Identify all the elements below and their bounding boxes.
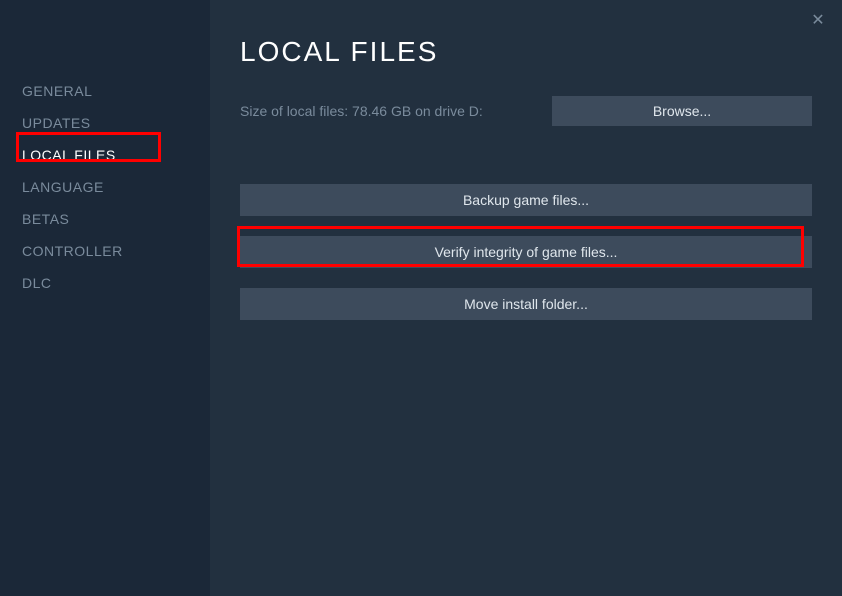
- main-panel: ✕ LOCAL FILES Size of local files: 78.46…: [210, 0, 842, 596]
- move-button[interactable]: Move install folder...: [240, 288, 812, 320]
- verify-button[interactable]: Verify integrity of game files...: [240, 236, 812, 268]
- button-stack: Backup game files... Verify integrity of…: [240, 184, 812, 320]
- size-row: Size of local files: 78.46 GB on drive D…: [240, 96, 812, 126]
- sidebar-item-local-files[interactable]: LOCAL FILES: [22, 139, 210, 171]
- close-icon[interactable]: ✕: [808, 10, 828, 30]
- sidebar-item-controller[interactable]: CONTROLLER: [22, 235, 210, 267]
- browse-button[interactable]: Browse...: [552, 96, 812, 126]
- sidebar-item-updates[interactable]: UPDATES: [22, 107, 210, 139]
- page-title: LOCAL FILES: [240, 36, 812, 68]
- size-text: Size of local files: 78.46 GB on drive D…: [240, 103, 483, 119]
- sidebar-item-dlc[interactable]: DLC: [22, 267, 210, 299]
- backup-button[interactable]: Backup game files...: [240, 184, 812, 216]
- sidebar-item-general[interactable]: GENERAL: [22, 75, 210, 107]
- sidebar: GENERAL UPDATES LOCAL FILES LANGUAGE BET…: [0, 0, 210, 596]
- sidebar-item-betas[interactable]: BETAS: [22, 203, 210, 235]
- sidebar-item-language[interactable]: LANGUAGE: [22, 171, 210, 203]
